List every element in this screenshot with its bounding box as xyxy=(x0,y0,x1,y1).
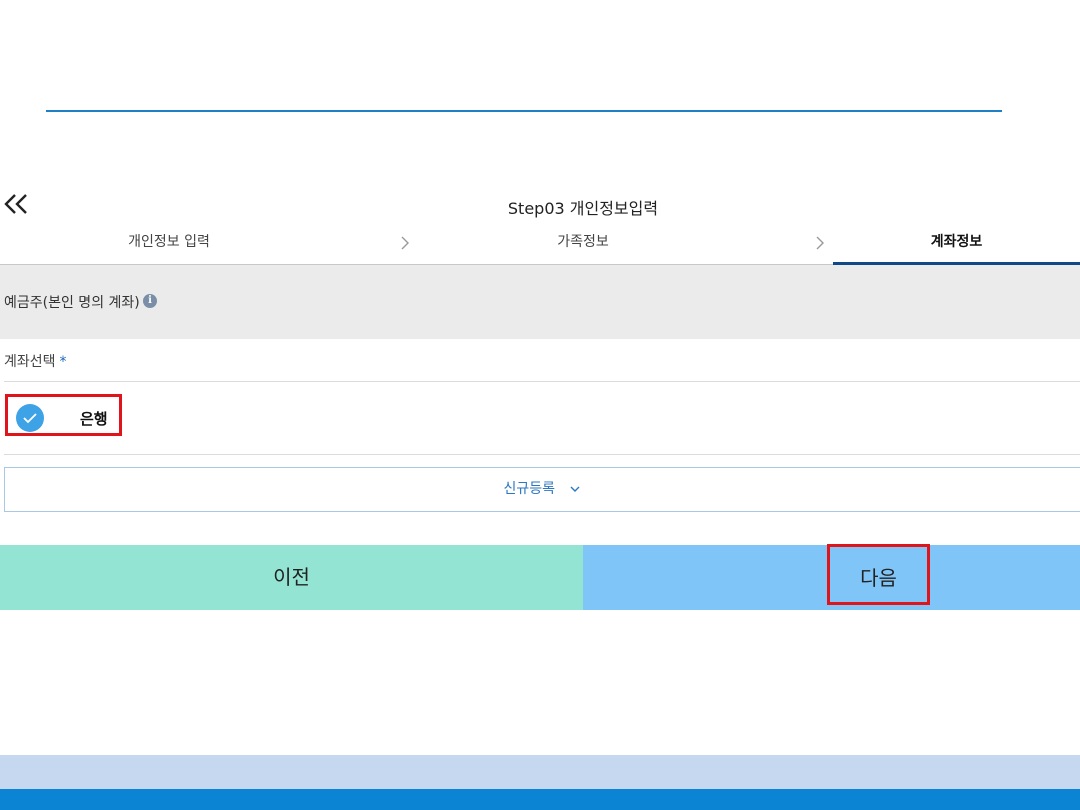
top-divider xyxy=(46,110,1002,112)
step-tabs: 개인정보 입력 가족정보 계좌정보 xyxy=(0,226,1080,265)
new-registration-label: 신규등록 xyxy=(503,481,556,497)
info-icon[interactable]: i xyxy=(143,294,157,308)
footer-band xyxy=(0,755,1080,789)
bank-option[interactable]: 은행 xyxy=(5,394,122,436)
footer-bar xyxy=(0,789,1080,810)
next-button[interactable]: 다음 xyxy=(827,544,930,605)
chevron-right-icon xyxy=(816,236,824,250)
tab-account-info[interactable]: 계좌정보 xyxy=(833,226,1080,265)
tab-family-info[interactable]: 가족정보 xyxy=(416,226,750,264)
required-mark: * xyxy=(59,354,67,370)
bank-option-label: 은행 xyxy=(80,410,108,428)
prev-button[interactable]: 이전 xyxy=(0,545,583,610)
divider xyxy=(4,454,1080,455)
account-select-text: 계좌선택 xyxy=(4,354,56,370)
page-title: Step03 개인정보입력 xyxy=(507,199,659,218)
chevron-right-icon xyxy=(401,236,409,250)
new-registration-button[interactable]: 신규등록 xyxy=(4,467,1080,512)
account-select-label: 계좌선택 * xyxy=(4,351,67,371)
section-title: 예금주(본인 명의 계좌) xyxy=(4,295,140,311)
section-header: 예금주(본인 명의 계좌) i xyxy=(0,265,1080,339)
tab-personal-info[interactable]: 개인정보 입력 xyxy=(0,226,338,264)
check-circle-icon xyxy=(16,404,44,432)
divider xyxy=(4,381,1080,382)
chevron-down-icon xyxy=(570,486,580,492)
